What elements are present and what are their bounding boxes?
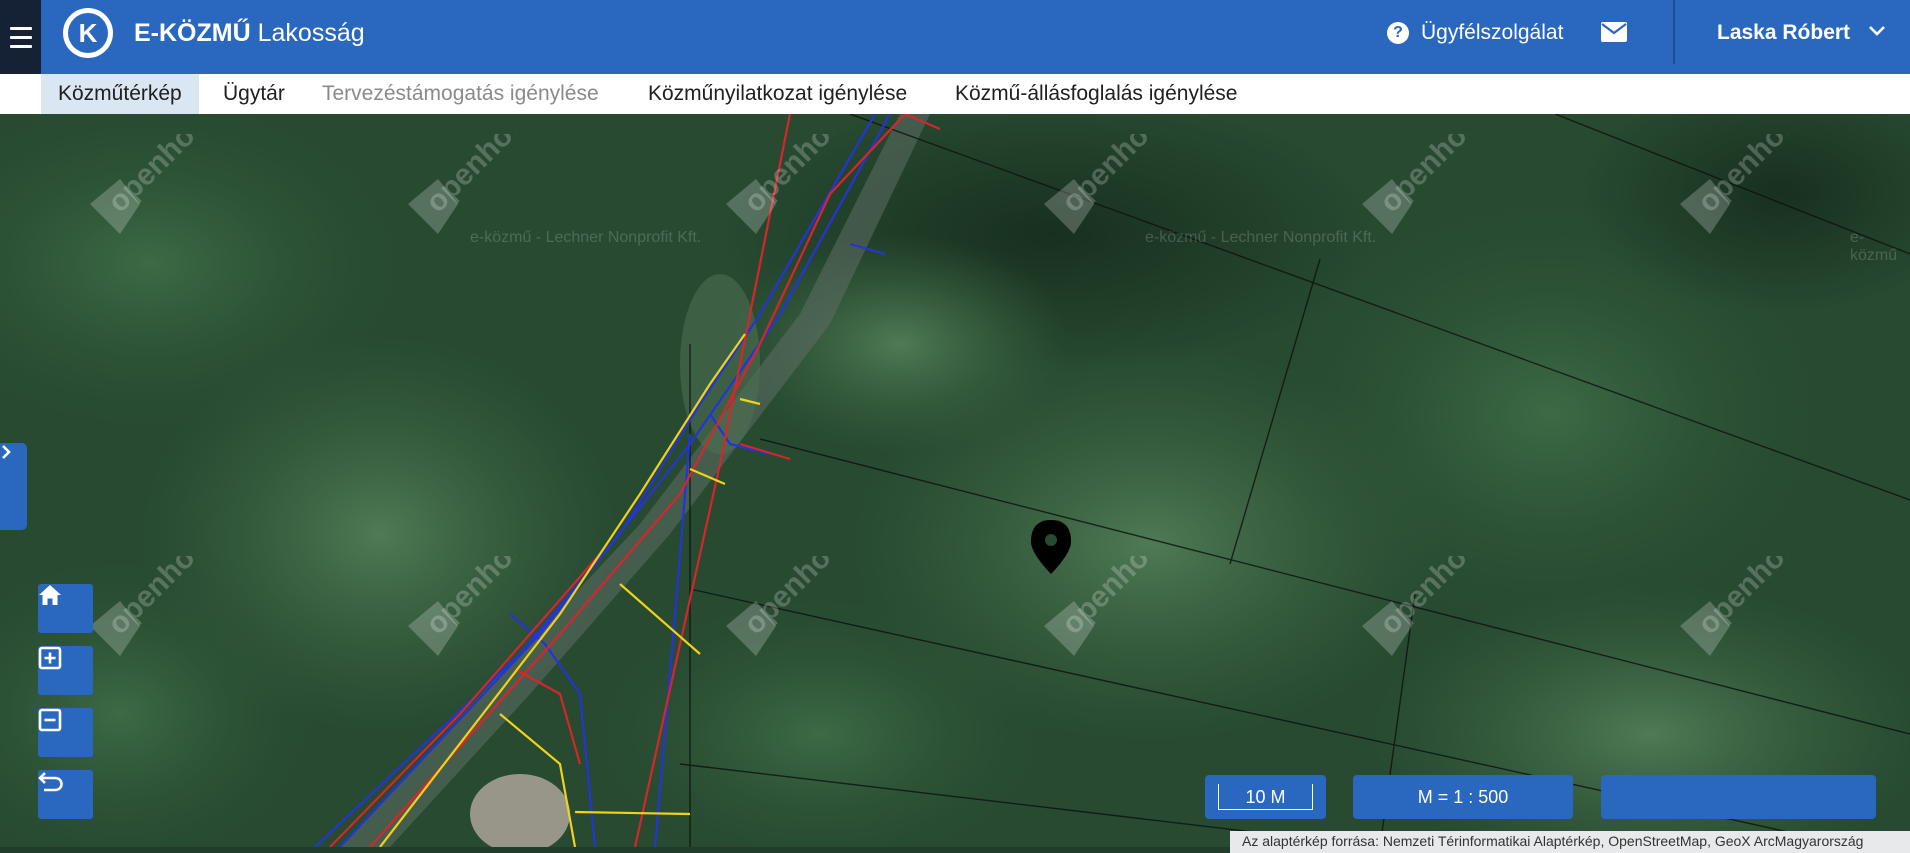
map-canvas — [0, 114, 1910, 847]
app-title: E-KÖZMŰ Lakosság — [134, 18, 365, 48]
tab-tervezestamogatas: Tervezéstámogatás igénylése — [322, 82, 599, 105]
home-icon — [39, 585, 61, 605]
logo-letter: K — [68, 13, 108, 53]
brand-subtitle: Lakosság — [257, 19, 365, 47]
tab-kozmu-allasfoglalas[interactable]: Közmű-állásfoglalás igénylése — [955, 74, 1238, 114]
tab-ugytar[interactable]: Ügytár — [223, 74, 285, 114]
mail-icon[interactable] — [1601, 22, 1627, 42]
map-view[interactable]: openhouse openhouse openhouse openhouse … — [0, 114, 1910, 847]
side-panel-toggle[interactable] — [0, 443, 27, 530]
chevron-down-icon — [1868, 24, 1886, 42]
map-attribution: Az alaptérkép forrása: Nemzeti Térinform… — [1230, 831, 1910, 853]
scale-ratio-label: M = 1 : 500 — [1417, 786, 1509, 807]
scale-bar: 10 M — [1205, 775, 1326, 819]
user-name: Laska Róbert — [1717, 21, 1851, 44]
zoom-in-button[interactable] — [38, 646, 93, 695]
scale-bar-label: 10 M — [1218, 784, 1313, 810]
help-icon: ? — [1387, 22, 1409, 44]
tab-kozmunyilatkozat[interactable]: Közműnyilatkozat igénylése — [648, 74, 907, 114]
zoom-out-icon — [38, 708, 62, 732]
logo[interactable]: K — [63, 8, 113, 58]
undo-button[interactable] — [38, 770, 93, 819]
nav-bar: Közműtérkép Ügytár Tervezéstámogatás igé… — [0, 74, 1910, 114]
coordinates-display — [1601, 775, 1876, 819]
undo-icon — [38, 772, 63, 792]
help-label: Ügyfélszolgálat — [1421, 21, 1564, 44]
home-button[interactable] — [38, 584, 93, 633]
zoom-out-button[interactable] — [38, 708, 93, 757]
header-divider — [1673, 0, 1675, 64]
brand-name: E-KÖZMŰ — [134, 19, 251, 47]
help-button[interactable]: ? Ügyfélszolgálat — [1387, 18, 1563, 48]
scale-ratio[interactable]: M = 1 : 500 — [1353, 775, 1573, 819]
chevron-right-icon — [2, 445, 11, 459]
tab-kozmuterkep[interactable]: Közműtérkép — [41, 74, 199, 114]
menu-icon[interactable] — [0, 0, 41, 74]
zoom-in-icon — [38, 646, 62, 670]
top-bar: K E-KÖZMŰ Lakosság ? Ügyfélszolgálat Las… — [0, 0, 1910, 74]
user-menu[interactable]: Laska Róbert — [1717, 18, 1886, 48]
